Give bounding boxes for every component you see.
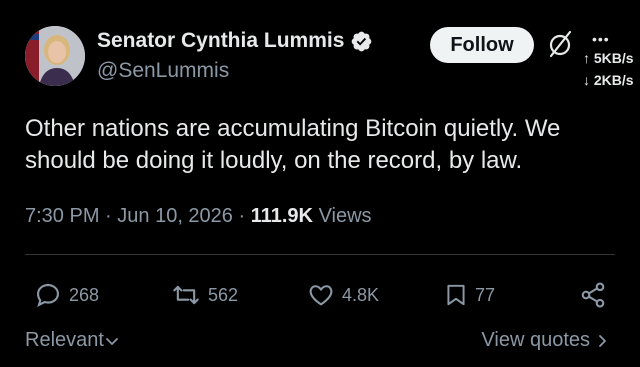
meta-separator: · bbox=[238, 205, 251, 227]
views-count: 111.9K bbox=[250, 205, 313, 227]
view-quotes-label: View quotes bbox=[481, 329, 590, 351]
author-name[interactable]: Senator Cynthia Lummis bbox=[97, 29, 344, 53]
reply-icon bbox=[37, 284, 59, 307]
verified-badge-icon bbox=[352, 31, 372, 51]
repost-icon bbox=[173, 285, 199, 305]
share-icon bbox=[581, 282, 605, 308]
grok-slash-icon[interactable] bbox=[548, 30, 574, 58]
chevron-right-icon bbox=[599, 334, 606, 347]
tweet-text: Other nations are accumulating Bitcoin q… bbox=[25, 115, 561, 174]
tweet-time[interactable]: 7:30 PM bbox=[25, 205, 99, 227]
chevron-down-icon bbox=[106, 337, 118, 345]
bookmark-icon bbox=[447, 284, 465, 306]
views-label: Views bbox=[318, 205, 372, 227]
sort-label: Relevant bbox=[25, 329, 104, 351]
like-button[interactable]: 4.8K bbox=[306, 281, 379, 309]
reply-count: 268 bbox=[69, 284, 100, 305]
repost-count: 562 bbox=[208, 284, 239, 305]
sort-dropdown[interactable]: Relevant bbox=[25, 329, 120, 352]
bookmark-count: 77 bbox=[475, 284, 496, 305]
reply-button[interactable]: 268 bbox=[33, 281, 99, 309]
like-count: 4.8K bbox=[342, 284, 380, 305]
view-quotes-link[interactable]: View quotes bbox=[481, 329, 610, 352]
share-button[interactable] bbox=[579, 281, 613, 309]
meta-separator: · bbox=[105, 205, 118, 227]
divider bbox=[25, 254, 615, 255]
more-options-icon[interactable]: ••• bbox=[592, 32, 610, 46]
tweet-meta: 7:30 PM · Jun 10, 2026 · 111.9K Views bbox=[25, 205, 372, 228]
download-speed: ↓ 2KB/s bbox=[583, 72, 634, 88]
follow-button[interactable]: Follow bbox=[430, 27, 534, 63]
author-handle[interactable]: @SenLummis bbox=[97, 59, 229, 83]
repost-button[interactable]: 562 bbox=[170, 281, 238, 309]
avatar[interactable] bbox=[25, 26, 85, 86]
upload-speed: ↑ 5KB/s bbox=[583, 50, 634, 66]
heart-icon bbox=[309, 285, 333, 306]
bookmark-button[interactable]: 77 bbox=[443, 281, 495, 309]
tweet-date[interactable]: Jun 10, 2026 bbox=[117, 205, 233, 227]
